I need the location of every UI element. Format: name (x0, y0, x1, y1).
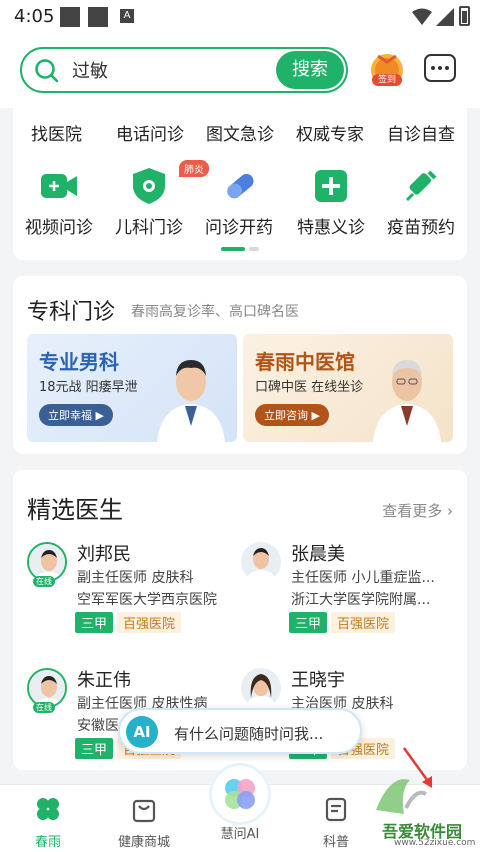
doctor-photo (373, 360, 441, 442)
header: 搜索 签到 (0, 34, 480, 108)
doctor-name: 张晨美 (291, 544, 345, 565)
ai-prompt-text: 有什么问题随时问我... (174, 725, 324, 743)
video-icon (41, 174, 77, 198)
nav-home[interactable]: 春雨 (8, 795, 88, 850)
services-card: 找医院 电话问诊 图文急诊 权威专家 自诊自查 视频问诊 肺炎 儿科门诊 问诊开… (13, 108, 467, 260)
battery-icon (459, 6, 470, 26)
online-badge: 在线 (33, 576, 55, 587)
specialty-title: 专科门诊 (27, 300, 116, 325)
grade-badge: 三甲 (75, 738, 114, 759)
ai-orb-icon (225, 779, 255, 809)
status-bar: 4:05 A (0, 0, 480, 34)
search-button[interactable]: 搜索 (276, 51, 344, 89)
ai-icon: AI (126, 716, 158, 748)
shield-icon (133, 168, 165, 204)
grade-badge: 三甲 (75, 612, 114, 633)
shopping-bag-icon (132, 799, 156, 823)
service-prescription[interactable]: 问诊开药 (193, 156, 285, 238)
view-more-link[interactable]: 查看更多 › (382, 500, 453, 521)
search-input[interactable] (72, 58, 262, 82)
service-video-consult[interactable]: 视频问诊 (13, 156, 105, 238)
plus-tag-icon (315, 170, 347, 202)
service-vaccine[interactable]: 疫苗预约 (375, 156, 467, 238)
wifi-icon (412, 8, 432, 25)
doctor-card[interactable]: 张晨美 主任医师 小儿重症监... 浙江大学医学院附属... 三甲 百强医院 (241, 540, 461, 650)
doctor-photo (157, 360, 225, 442)
banner-andrology[interactable]: 专业男科 18元战 阳痿早泄 立即幸福 ▶ (27, 334, 237, 442)
notification-icon (88, 7, 108, 27)
services-row-top: 找医院 电话问诊 图文急诊 权威专家 自诊自查 (13, 118, 467, 148)
specialty-subtitle: 春雨高复诊率、高口碑名医 (131, 304, 299, 320)
notification-a-icon: A (120, 9, 134, 23)
page-indicator (221, 247, 271, 251)
message-icon[interactable] (424, 54, 456, 82)
service-find-hospital[interactable]: 找医院 (31, 120, 82, 145)
article-icon (325, 797, 347, 822)
grade-badge: 三甲 (289, 612, 328, 633)
ai-orb-button[interactable] (212, 766, 268, 822)
online-badge: 在线 (33, 702, 55, 713)
doctor-title: 副主任医师 皮肤科 (77, 570, 194, 586)
services-row: 视频问诊 肺炎 儿科门诊 问诊开药 特惠义诊 疫苗预约 (13, 156, 467, 238)
ai-chat-bubble[interactable]: AI 有什么问题随时问我... (118, 708, 362, 754)
search-icon (35, 59, 59, 83)
avatar (241, 668, 281, 708)
signin-button[interactable]: 签到 (368, 50, 406, 90)
service-self-check[interactable]: 自诊自查 (387, 120, 455, 145)
specialty-section: 专科门诊 春雨高复诊率、高口碑名医 专业男科 18元战 阳痿早泄 立即幸福 ▶ … (13, 276, 467, 454)
doctor-title: 主任医师 小儿重症监... (291, 570, 435, 586)
banner-cta-button[interactable]: 立即幸福 ▶ (39, 404, 113, 426)
service-text-emergency[interactable]: 图文急诊 (206, 120, 274, 145)
doctor-name: 刘邦民 (77, 544, 131, 565)
service-pediatrics[interactable]: 肺炎 儿科门诊 (103, 156, 209, 238)
top-hospital-badge: 百强医院 (331, 612, 396, 633)
doctor-hospital: 浙江大学医学院附属... (291, 592, 431, 608)
banner-tcm[interactable]: 春雨中医馆 口碑中医 在线坐诊 立即咨询 ▶ (243, 334, 453, 442)
clover-icon (37, 798, 59, 820)
chevron-right-icon: › (447, 502, 453, 520)
signin-label: 签到 (377, 75, 396, 85)
banner-cta-button[interactable]: 立即咨询 ▶ (255, 404, 329, 426)
service-top-experts[interactable]: 权威专家 (296, 120, 364, 145)
doctor-hospital: 空军军医大学西京医院 (77, 592, 217, 608)
doctor-name: 王晓宇 (291, 670, 345, 691)
nav-health-mall[interactable]: 健康商城 (104, 795, 184, 850)
doctor-name: 朱正伟 (77, 670, 131, 691)
watermark: 吾爱软件园 www.52zixue.com (360, 770, 480, 852)
doctors-title: 精选医生 (27, 496, 123, 524)
signal-icon (436, 8, 454, 26)
status-time: 4:05 (14, 6, 55, 27)
search-bar[interactable]: 搜索 (20, 47, 348, 93)
doctor-card[interactable]: 在线 刘邦民 副主任医师 皮肤科 空军军医大学西京医院 三甲 百强医院 (27, 540, 247, 650)
service-phone-consult[interactable]: 电话问诊 (116, 120, 184, 145)
syringe-icon (405, 170, 437, 202)
top-hospital-badge: 百强医院 (117, 612, 182, 633)
service-free-clinic[interactable]: 特惠义诊 (285, 156, 377, 238)
pill-icon (227, 173, 254, 199)
watermark-logo (376, 779, 428, 814)
nav-ai[interactable]: 慧问AI (200, 819, 280, 842)
notification-icon (60, 7, 80, 27)
avatar (241, 542, 281, 582)
